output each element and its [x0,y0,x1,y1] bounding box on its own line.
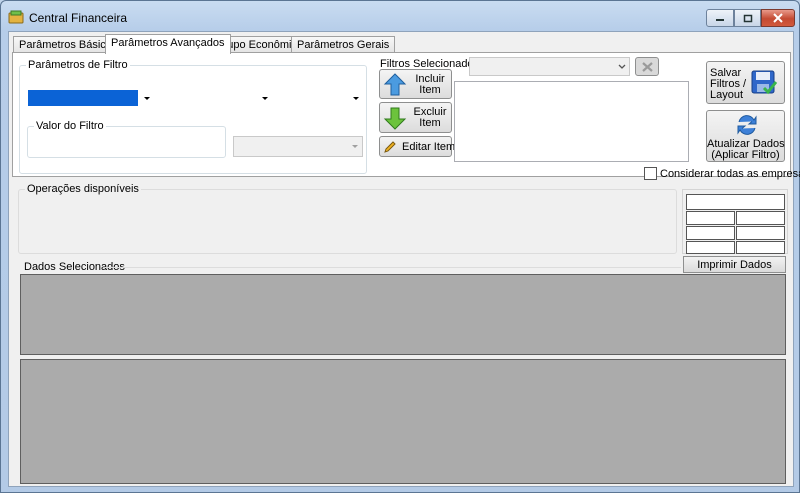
divider [105,267,681,268]
tab-label: Parâmetros Básicos [19,39,118,51]
chevron-down-icon[interactable] [262,97,268,100]
parametros-filtro-group: Parâmetros de Filtro Valor do Filtro [19,59,367,174]
maximize-button[interactable] [734,9,761,27]
tab-parametros-avancados[interactable]: Parâmetros Avançados [105,34,231,54]
group-title: Valor do Filtro [34,120,106,132]
total-box [686,226,735,240]
app-icon [8,10,24,24]
group-title: Parâmetros de Filtro [26,59,130,71]
clear-filter-button[interactable] [635,57,659,76]
operacoes-group: Operações disponíveis [18,183,677,254]
filtros-selecionados-list[interactable] [454,81,689,162]
save-icon [751,70,778,95]
minimize-icon [716,19,724,21]
dados-grid-top[interactable] [20,274,786,355]
editar-item-button[interactable]: Editar Item [379,136,456,157]
chevron-down-icon[interactable] [353,97,359,100]
tab-label: Parâmetros Avançados [111,37,225,49]
salvar-filtros-label: Salvar Filtros / Layout [710,67,747,101]
close-button[interactable] [761,9,795,27]
tab-label: Parâmetros Gerais [297,39,390,51]
valor-combo[interactable] [233,136,363,157]
pencil-icon [384,141,396,153]
total-box [686,241,735,254]
chevron-down-icon [352,145,358,148]
chevron-down-icon [618,64,626,69]
total-box [736,241,785,254]
window-title: Central Financeira [29,11,128,25]
atualizar-dados-label: Atualizar Dados (Aplicar Filtro) [707,138,785,161]
refresh-icon [737,115,757,135]
dados-grid-bottom[interactable] [20,359,786,484]
chevron-down-icon[interactable] [144,97,150,100]
imprimir-dados-label: Imprimir Dados [697,259,772,271]
atualizar-dados-button[interactable]: Atualizar Dados (Aplicar Filtro) [706,110,785,162]
delete-icon [642,62,653,72]
valor-filtro-group: Valor do Filtro [27,120,226,158]
considerar-empresas-label: Considerar todas as empresas [660,168,800,180]
total-box [686,194,785,210]
maximize-icon [743,14,752,22]
considerar-empresas-checkbox[interactable] [644,167,657,180]
tab-page: Parâmetros de Filtro Valor do Filtro Fil… [12,52,791,177]
group-title: Operações disponíveis [25,183,141,195]
excluir-item-label: Excluir Item [413,106,447,129]
close-icon [773,13,783,23]
main-form: Parâmetros Básicos Parâmetros Avançados … [8,31,800,487]
filtros-combo[interactable] [469,57,630,76]
imprimir-dados-button[interactable]: Imprimir Dados [683,256,786,273]
excluir-item-button[interactable]: Excluir Item [379,102,452,133]
title-bar[interactable]: Central Financeira [1,1,799,31]
tab-parametros-gerais[interactable]: Parâmetros Gerais [291,36,396,53]
arrow-down-icon [383,107,407,130]
arrow-up-icon [383,73,407,96]
total-box [736,211,785,225]
editar-item-label: Editar Item [402,141,456,153]
incluir-item-label: Incluir Item [415,73,445,96]
app-window: Central Financeira Parâmetros Básicos Pa… [0,0,800,493]
total-box [686,211,735,225]
totais-panel [682,189,788,254]
salvar-filtros-button[interactable]: Salvar Filtros / Layout [706,61,785,104]
total-box [736,226,785,240]
filter-field-combo[interactable] [28,90,138,106]
minimize-button[interactable] [706,9,734,27]
incluir-item-button[interactable]: Incluir Item [379,69,452,99]
